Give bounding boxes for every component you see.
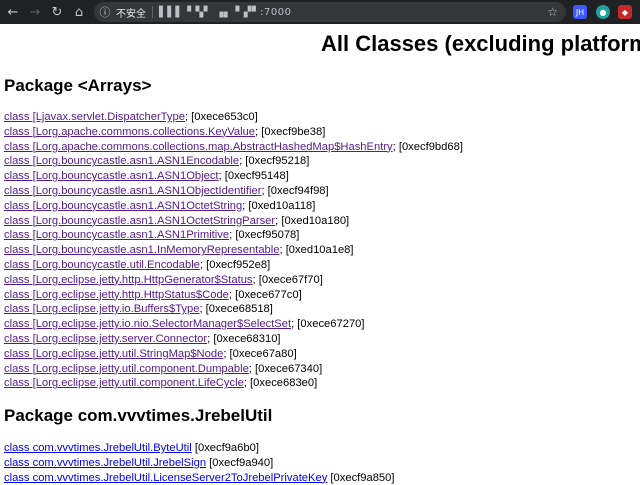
class-link[interactable]: class [Lorg.bouncycastle.util.Encodable <box>4 259 200 271</box>
class-list-jrebelutil: class com.vvvtimes.JrebelUtil.ByteUtil [… <box>4 441 395 485</box>
class-link[interactable]: class [Lorg.bouncycastle.asn1.ASN1Object <box>4 170 219 182</box>
class-address: [0xecf9a6b0] <box>191 442 259 454</box>
class-address: ; [0xece67f70] <box>252 273 323 286</box>
class-list-item: class [Lorg.apache.commons.collections.K… <box>4 125 463 140</box>
class-link[interactable]: class [Lorg.bouncycastle.asn1.ASN1OctetS… <box>4 215 275 227</box>
class-link[interactable]: class [Lorg.apache.commons.collections.K… <box>4 126 255 138</box>
extension-jh-icon[interactable]: JH <box>573 5 587 19</box>
class-address: ; [0xece68518] <box>199 303 273 316</box>
class-link[interactable]: class com.vvvtimes.JrebelUtil.JrebelSign <box>4 457 206 469</box>
class-link[interactable]: class [Lorg.eclipse.jetty.util.StringMap… <box>4 348 223 360</box>
class-link[interactable]: class com.vvvtimes.JrebelUtil.ByteUtil <box>4 442 192 454</box>
class-link[interactable]: class [Lorg.eclipse.jetty.server.Connect… <box>4 333 207 345</box>
class-list-item: class [Lorg.eclipse.jetty.util.StringMap… <box>4 347 463 362</box>
class-address: ; [0xece67340] <box>248 362 323 375</box>
class-address: ; [0xecf95218] <box>239 155 310 168</box>
class-address: ; [0xecf9bd68] <box>392 140 463 153</box>
class-address: ; [0xece67a80] <box>223 347 297 360</box>
class-address: ; [0xecf952e8] <box>199 258 271 271</box>
class-list-item: class [Lorg.bouncycastle.asn1.ASN1Object… <box>4 184 463 199</box>
extension-globe-icon[interactable]: ● <box>596 5 610 19</box>
class-list-item: class [Lorg.bouncycastle.asn1.ASN1Primit… <box>4 228 463 243</box>
class-link[interactable]: class [Lorg.bouncycastle.asn1.ASN1Encoda… <box>4 155 239 167</box>
class-link[interactable]: class [Lorg.eclipse.jetty.io.Buffers$Typ… <box>4 303 199 315</box>
class-link[interactable]: class [Ljavax.servlet.DispatcherType <box>4 111 185 123</box>
class-list-item: class [Lorg.eclipse.jetty.http.HttpStatu… <box>4 288 463 303</box>
class-link[interactable]: class [Lorg.eclipse.jetty.util.component… <box>4 377 244 389</box>
address-divider <box>152 6 153 18</box>
class-address: ; [0xed10a180] <box>275 214 350 227</box>
class-list-item: class [Lorg.bouncycastle.asn1.ASN1Encoda… <box>4 154 463 169</box>
class-address: ; [0xecf95078] <box>229 229 300 242</box>
package-heading: Package <Arrays> <box>4 76 152 95</box>
class-address: ; [0xed10a1e8] <box>279 244 354 257</box>
class-link[interactable]: class [Lorg.eclipse.jetty.io.nio.Selecto… <box>4 318 291 330</box>
class-list-item: class [Lorg.eclipse.jetty.io.nio.Selecto… <box>4 317 463 332</box>
class-address: ; [0xece683e0] <box>243 377 318 390</box>
class-link[interactable]: class [Lorg.bouncycastle.asn1.ASN1Primit… <box>4 229 229 241</box>
class-address: ; [0xecf9be38] <box>255 125 326 138</box>
class-link[interactable]: class [Lorg.eclipse.jetty.http.HttpStatu… <box>4 289 229 301</box>
class-address: ; [0xece67270] <box>291 318 365 331</box>
class-list-item: class [Lorg.bouncycastle.asn1.ASN1OctetS… <box>4 214 463 229</box>
class-list-item: class [Ljavax.servlet.DispatcherType; [0… <box>4 110 463 125</box>
back-icon[interactable]: ← <box>2 0 24 24</box>
class-list-item: class com.vvvtimes.JrebelUtil.ByteUtil [… <box>4 441 395 456</box>
class-list-item: class [Lorg.eclipse.jetty.util.component… <box>4 376 463 391</box>
class-address: ; [0xed10a118] <box>242 199 316 212</box>
class-link[interactable]: class [Lorg.eclipse.jetty.util.component… <box>4 363 249 375</box>
forward-icon[interactable]: → <box>24 0 46 24</box>
class-list-item: class [Lorg.eclipse.jetty.util.component… <box>4 362 463 377</box>
bookmark-star-icon[interactable]: ☆ <box>547 5 558 19</box>
class-address: [0xecf9a940] <box>206 456 274 469</box>
class-list-arrays: class [Ljavax.servlet.DispatcherType; [0… <box>4 110 463 391</box>
class-list-item: class [Lorg.apache.commons.collections.m… <box>4 140 463 155</box>
class-link[interactable]: class [Lorg.apache.commons.collections.m… <box>4 141 393 153</box>
class-address: ; [0xecf94f98] <box>261 184 329 197</box>
class-link[interactable]: class [Lorg.bouncycastle.asn1.ASN1OctetS… <box>4 200 242 212</box>
class-link[interactable]: class [Lorg.bouncycastle.asn1.InMemoryRe… <box>4 244 279 256</box>
class-list-item: class [Lorg.bouncycastle.asn1.ASN1Object… <box>4 169 463 184</box>
class-link[interactable]: class [Lorg.bouncycastle.asn1.ASN1Object… <box>4 185 261 197</box>
address-bar[interactable]: ⓘ 不安全 ▌▌▌ ▘▚▘ ▗▖ ▘▞▘:7000 ☆ <box>94 2 566 22</box>
class-list-item: class [Lorg.bouncycastle.asn1.ASN1OctetS… <box>4 199 463 214</box>
home-icon[interactable]: ⌂ <box>68 0 90 24</box>
class-list-item: class com.vvvtimes.JrebelUtil.JrebelSign… <box>4 456 395 471</box>
package-heading: Package com.vvvtimes.JrebelUtil <box>4 406 273 425</box>
class-address: ; [0xece653c0] <box>184 111 258 123</box>
page-title: All Classes (excluding platform <box>321 31 640 56</box>
reload-icon[interactable]: ↻ <box>46 0 68 24</box>
class-list-item: class [Lorg.eclipse.jetty.io.Buffers$Typ… <box>4 302 463 317</box>
class-link[interactable]: class [Lorg.eclipse.jetty.http.HttpGener… <box>4 274 253 286</box>
info-icon[interactable]: ⓘ <box>94 4 116 20</box>
security-label: 不安全 <box>116 8 146 20</box>
browser-toolbar: ← → ↻ ⌂ ⓘ 不安全 ▌▌▌ ▘▚▘ ▗▖ ▘▞▘:7000 ☆ JH ●… <box>0 0 640 24</box>
class-list-item: class [Lorg.eclipse.jetty.http.HttpGener… <box>4 273 463 288</box>
class-address: ; [0xecf95148] <box>218 170 289 183</box>
class-list-item: class [Lorg.bouncycastle.asn1.InMemoryRe… <box>4 243 463 258</box>
class-address: ; [0xece68310] <box>207 332 281 345</box>
class-list-item: class [Lorg.bouncycastle.util.Encodable;… <box>4 258 463 273</box>
url-text[interactable]: ▌▌▌ ▘▚▘ ▗▖ ▘▞▘:7000 <box>159 7 291 18</box>
class-address: ; [0xece677c0] <box>228 288 302 301</box>
extension-bookmark-icon[interactable]: ◆ <box>618 5 632 19</box>
class-list-item: class [Lorg.eclipse.jetty.server.Connect… <box>4 332 463 347</box>
